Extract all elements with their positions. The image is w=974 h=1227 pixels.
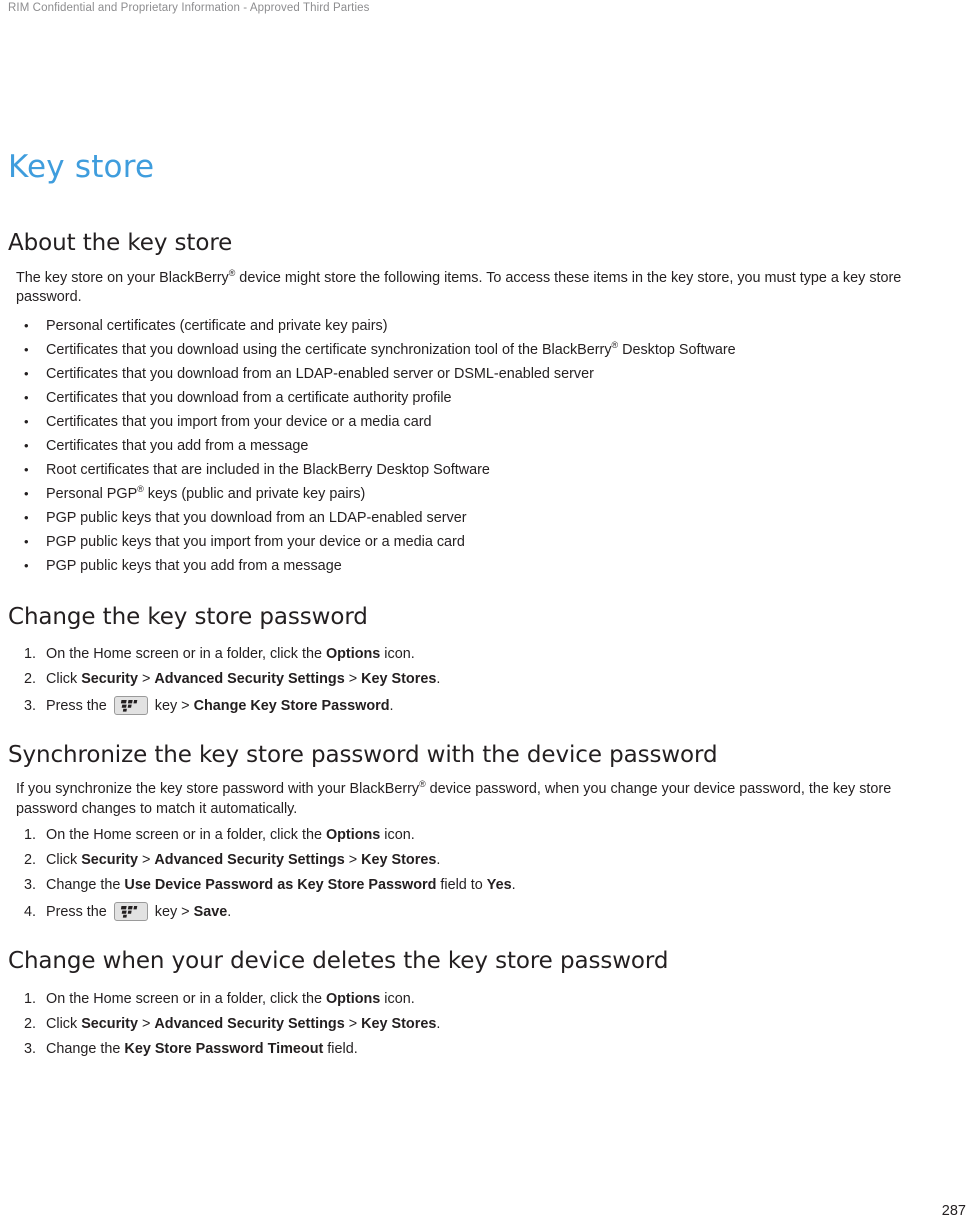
emphasis-text: Key Stores: [361, 670, 437, 687]
section-paragraph: The key store on your BlackBerry® device…: [16, 267, 902, 306]
list-item: Personal PGP® keys (public and private k…: [8, 482, 966, 506]
list-item: Root certificates that are included in t…: [8, 458, 966, 482]
document-page: RIM Confidential and Proprietary Informa…: [0, 0, 974, 1227]
list-item: Certificates that you add from a message: [8, 434, 966, 458]
emphasis-text: Save: [193, 904, 228, 921]
list-item: Change the Key Store Password Timeout fi…: [8, 1037, 966, 1062]
document-section: Change the key store password On the Home…: [8, 604, 966, 720]
step-text: Click: [46, 1015, 82, 1032]
list-item: On the Home screen or in a folder, click…: [8, 642, 966, 667]
step-text: icon.: [380, 990, 415, 1007]
running-header: RIM Confidential and Proprietary Informa…: [8, 2, 370, 14]
emphasis-text: Use Device Password as Key Store Passwor…: [124, 877, 437, 894]
list-item: Change the Use Device Password as Key St…: [8, 873, 966, 898]
step-text: key >: [150, 697, 194, 714]
page-content: Key store About the key store The key sto…: [8, 150, 966, 1084]
step-text: .: [511, 877, 516, 894]
emphasis-text: Options: [325, 990, 381, 1007]
numbered-step-list: On the Home screen or in a folder, click…: [8, 823, 966, 926]
step-text: .: [227, 904, 232, 921]
document-section: Change when your device deletes the key …: [8, 948, 966, 1061]
document-section: Synchronize the key store password with …: [8, 742, 966, 926]
emphasis-text: Key Stores: [361, 1015, 437, 1032]
step-text: >: [137, 852, 155, 869]
step-text: Change the: [46, 877, 125, 894]
emphasis-text: Options: [325, 645, 381, 662]
list-item: Click Security > Advanced Security Setti…: [8, 667, 966, 692]
section-paragraph: If you synchronize the key store passwor…: [16, 779, 892, 817]
emphasis-text: Options: [325, 827, 381, 844]
step-text: field.: [323, 1040, 358, 1057]
list-item: Click Security > Advanced Security Setti…: [8, 1012, 966, 1037]
step-text: >: [137, 670, 155, 687]
step-text: Press the: [46, 697, 111, 714]
registered-mark: ®: [228, 267, 236, 278]
emphasis-text: Security: [81, 670, 138, 687]
list-item: Click Security > Advanced Security Setti…: [8, 848, 966, 873]
step-text: .: [436, 670, 441, 687]
numbered-step-list: On the Home screen or in a folder, click…: [8, 987, 966, 1062]
section-heading: About the key store: [8, 230, 233, 257]
section-heading: Change the key store password: [8, 603, 368, 630]
registered-mark: ®: [611, 339, 619, 350]
step-text: key >: [150, 904, 194, 921]
step-text: >: [344, 670, 362, 687]
list-item: Personal certificates (certificate and p…: [8, 314, 966, 338]
emphasis-text: Advanced Security Settings: [154, 1015, 345, 1032]
document-section: About the key store The key store on your…: [8, 230, 966, 577]
step-text: .: [436, 1015, 441, 1032]
step-text: .: [436, 852, 441, 869]
step-text: .: [389, 697, 394, 714]
section-heading: Change when your device deletes the key …: [8, 948, 669, 975]
list-item: PGP public keys that you add from a mess…: [8, 554, 966, 578]
registered-mark: ®: [419, 779, 426, 790]
emphasis-text: Yes: [486, 877, 512, 894]
step-text: Click: [46, 670, 82, 687]
list-item: PGP public keys that you download from a…: [8, 506, 966, 530]
emphasis-text: Security: [81, 1015, 138, 1032]
step-text: icon.: [380, 827, 415, 844]
list-item: PGP public keys that you import from you…: [8, 530, 966, 554]
numbered-step-list: On the Home screen or in a folder, click…: [8, 642, 966, 720]
step-text: field to: [436, 877, 487, 894]
page-title: Key store: [8, 149, 155, 185]
step-text: Change the: [46, 1040, 125, 1057]
list-item: Certificates that you download from a ce…: [8, 386, 966, 410]
sections-container: About the key store The key store on your…: [8, 230, 966, 1062]
step-text: Click: [46, 852, 82, 869]
emphasis-text: Security: [81, 852, 138, 869]
list-item: Press the key > Save.: [8, 898, 966, 926]
emphasis-text: Key Store Password Timeout: [124, 1040, 324, 1057]
list-item: Certificates that you download using the…: [8, 338, 966, 362]
step-text: >: [137, 1015, 155, 1032]
step-text: On the Home screen or in a folder, click…: [46, 645, 326, 662]
emphasis-text: Change Key Store Password: [193, 697, 390, 714]
list-item: Press the key > Change Key Store Passwor…: [8, 692, 966, 720]
step-text: Press the: [46, 904, 111, 921]
registered-mark: ®: [137, 483, 144, 494]
step-text: On the Home screen or in a folder, click…: [46, 827, 326, 844]
step-text: >: [344, 1015, 362, 1032]
blackberry-menu-key-icon: [113, 695, 148, 715]
page-number: 287: [941, 1203, 966, 1219]
emphasis-text: Key Stores: [361, 852, 437, 869]
list-item: On the Home screen or in a folder, click…: [8, 823, 966, 848]
emphasis-text: Advanced Security Settings: [154, 670, 345, 687]
emphasis-text: Advanced Security Settings: [154, 852, 345, 869]
section-heading: Synchronize the key store password with …: [8, 741, 718, 768]
blackberry-menu-key-icon: [113, 902, 148, 922]
step-text: On the Home screen or in a folder, click…: [46, 990, 326, 1007]
list-item: Certificates that you import from your d…: [8, 410, 966, 434]
bullet-list: Personal certificates (certificate and p…: [8, 314, 966, 578]
list-item: On the Home screen or in a folder, click…: [8, 987, 966, 1012]
step-text: >: [344, 852, 362, 869]
step-text: icon.: [380, 645, 415, 662]
list-item: Certificates that you download from an L…: [8, 362, 966, 386]
